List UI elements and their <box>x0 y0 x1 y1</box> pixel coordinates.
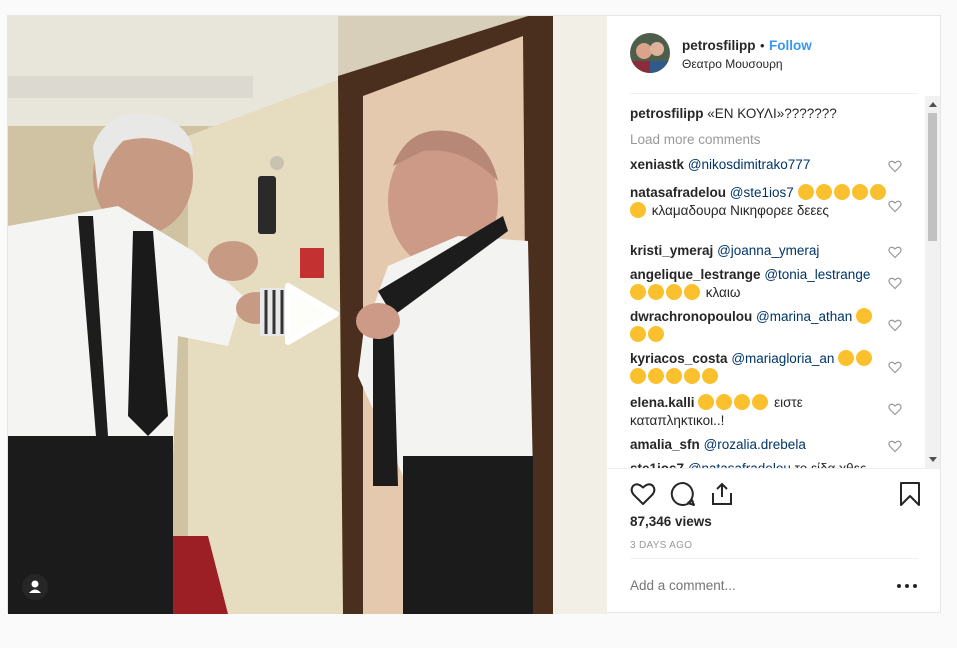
comment-username[interactable]: angelique_lestrange <box>630 267 761 282</box>
comment-item: angelique_lestrange @tonia_lestrange κλα… <box>630 266 890 302</box>
comments-list: petrosfilipp «ΕΝ ΚΟΥΛΙ»??????? Load more… <box>630 96 926 468</box>
comment-item: kyriacos_costa @mariagloria_an <box>630 350 890 386</box>
comment-mention[interactable]: @marina_athan <box>756 309 852 324</box>
comment-mention[interactable]: @tonia_lestrange <box>764 267 870 282</box>
emoji-icon <box>698 394 715 410</box>
divider <box>630 558 918 559</box>
comment-mention[interactable]: @natasafradelou <box>688 461 791 468</box>
post-username[interactable]: petrosfilipp <box>682 38 756 53</box>
post-card: petrosfilipp • Follow Θεατρο Μουσουρη pe… <box>7 15 941 614</box>
emoji-icon <box>630 202 646 218</box>
emoji-icon <box>752 394 769 410</box>
comment-like-heart-icon[interactable] <box>888 402 902 416</box>
avatar[interactable] <box>630 33 670 73</box>
comment-text: κλαμαδουρα Νικηφορεε δεεες <box>651 203 829 218</box>
emoji-icon <box>869 184 886 200</box>
emoji-icon <box>684 284 700 300</box>
emoji-icon <box>666 368 682 384</box>
comment-text: το είδα χθες <box>795 461 867 468</box>
emoji-icon <box>648 326 664 342</box>
comment-item: natasafradelou @ste1ios7 κλαμαδουρα Νικη… <box>630 184 890 220</box>
comment-item: elena.kalli ειστε καταπληκτικοι..! <box>630 394 890 430</box>
comment-item: ste1ios7 @natasafradelou το είδα χθες <box>630 460 890 468</box>
emoji-icon <box>833 184 850 200</box>
comment-item: amalia_sfn @rozalia.drebela <box>630 436 890 454</box>
emoji-icon <box>630 326 646 342</box>
comment-username[interactable]: dwrachronopoulou <box>630 309 752 324</box>
comment-username[interactable]: kristi_ymeraj <box>630 243 713 258</box>
post-location[interactable]: Θεατρο Μουσουρη <box>682 57 783 71</box>
like-heart-icon[interactable] <box>630 481 656 507</box>
comment-mention[interactable]: @rozalia.drebela <box>704 437 806 452</box>
comment-bubble-icon[interactable] <box>670 481 696 507</box>
comment-username[interactable]: amalia_sfn <box>630 437 700 452</box>
separator-dot: • <box>760 38 765 53</box>
post-header: petrosfilipp • Follow Θεατρο Μουσουρη <box>607 16 940 92</box>
comment-item: dwrachronopoulou @marina_athan <box>630 308 890 344</box>
comment-mention[interactable]: @nikosdimitrako777 <box>688 157 811 172</box>
comment-like-heart-icon[interactable] <box>888 439 902 453</box>
emoji-icon <box>648 368 664 384</box>
scroll-thumb[interactable] <box>928 113 937 241</box>
scroll-down-arrow-icon[interactable] <box>929 457 937 462</box>
play-icon[interactable] <box>280 282 340 346</box>
comment-mention[interactable]: @ste1ios7 <box>730 185 794 200</box>
emoji-icon <box>630 284 646 300</box>
follow-button[interactable]: Follow <box>769 38 812 53</box>
emoji-icon <box>666 284 682 300</box>
comment-like-heart-icon[interactable] <box>888 159 902 173</box>
emoji-icon <box>734 394 751 410</box>
divider <box>630 93 918 94</box>
comment-item: kristi_ymeraj @joanna_ymeraj <box>630 242 890 260</box>
comment-like-heart-icon[interactable] <box>888 318 902 332</box>
comment-like-heart-icon[interactable] <box>888 276 902 290</box>
comment-username[interactable]: xeniastk <box>630 157 684 172</box>
add-comment-input[interactable] <box>630 578 870 593</box>
emoji-icon <box>851 184 868 200</box>
comment-mention[interactable]: @mariagloria_an <box>731 351 834 366</box>
emoji-icon <box>856 350 873 366</box>
caption-username[interactable]: petrosfilipp <box>630 106 704 121</box>
emoji-icon <box>797 184 814 200</box>
post-sidebar: petrosfilipp • Follow Θεατρο Μουσουρη pe… <box>607 16 940 612</box>
bookmark-icon[interactable] <box>897 481 923 507</box>
emoji-icon <box>856 308 873 324</box>
emoji-icon <box>716 394 733 410</box>
emoji-icon <box>684 368 700 384</box>
comment-username[interactable]: natasafradelou <box>630 185 726 200</box>
post-actions <box>607 468 940 509</box>
load-more-comments-button[interactable]: Load more comments <box>630 132 761 147</box>
comment-like-heart-icon[interactable] <box>888 245 902 259</box>
video-player[interactable] <box>8 16 607 614</box>
scroll-up-arrow-icon[interactable] <box>929 102 937 107</box>
tagged-users-icon[interactable] <box>22 574 48 600</box>
comment-item: xeniastk @nikosdimitrako777 <box>630 156 890 174</box>
comment-username[interactable]: kyriacos_costa <box>630 351 728 366</box>
comment-text: κλαιω <box>705 285 741 300</box>
comment-like-heart-icon[interactable] <box>888 199 902 213</box>
post-caption: petrosfilipp «ΕΝ ΚΟΥΛΙ»??????? <box>630 106 920 121</box>
more-options-icon[interactable] <box>895 578 919 594</box>
emoji-icon <box>815 184 832 200</box>
share-icon[interactable] <box>709 481 735 507</box>
emoji-icon <box>630 368 646 384</box>
comment-mention[interactable]: @joanna_ymeraj <box>717 243 819 258</box>
caption-text: «ΕΝ ΚΟΥΛΙ»??????? <box>707 106 837 121</box>
comment-like-heart-icon[interactable] <box>888 360 902 374</box>
post-timestamp[interactable]: 3 DAYS AGO <box>630 540 692 551</box>
emoji-icon <box>702 368 718 384</box>
view-count[interactable]: 87,346 views <box>630 514 712 529</box>
emoji-icon <box>648 284 664 300</box>
comment-username[interactable]: elena.kalli <box>630 395 695 410</box>
emoji-icon <box>838 350 855 366</box>
comments-scrollbar[interactable] <box>925 96 940 468</box>
comment-username[interactable]: ste1ios7 <box>630 461 684 468</box>
